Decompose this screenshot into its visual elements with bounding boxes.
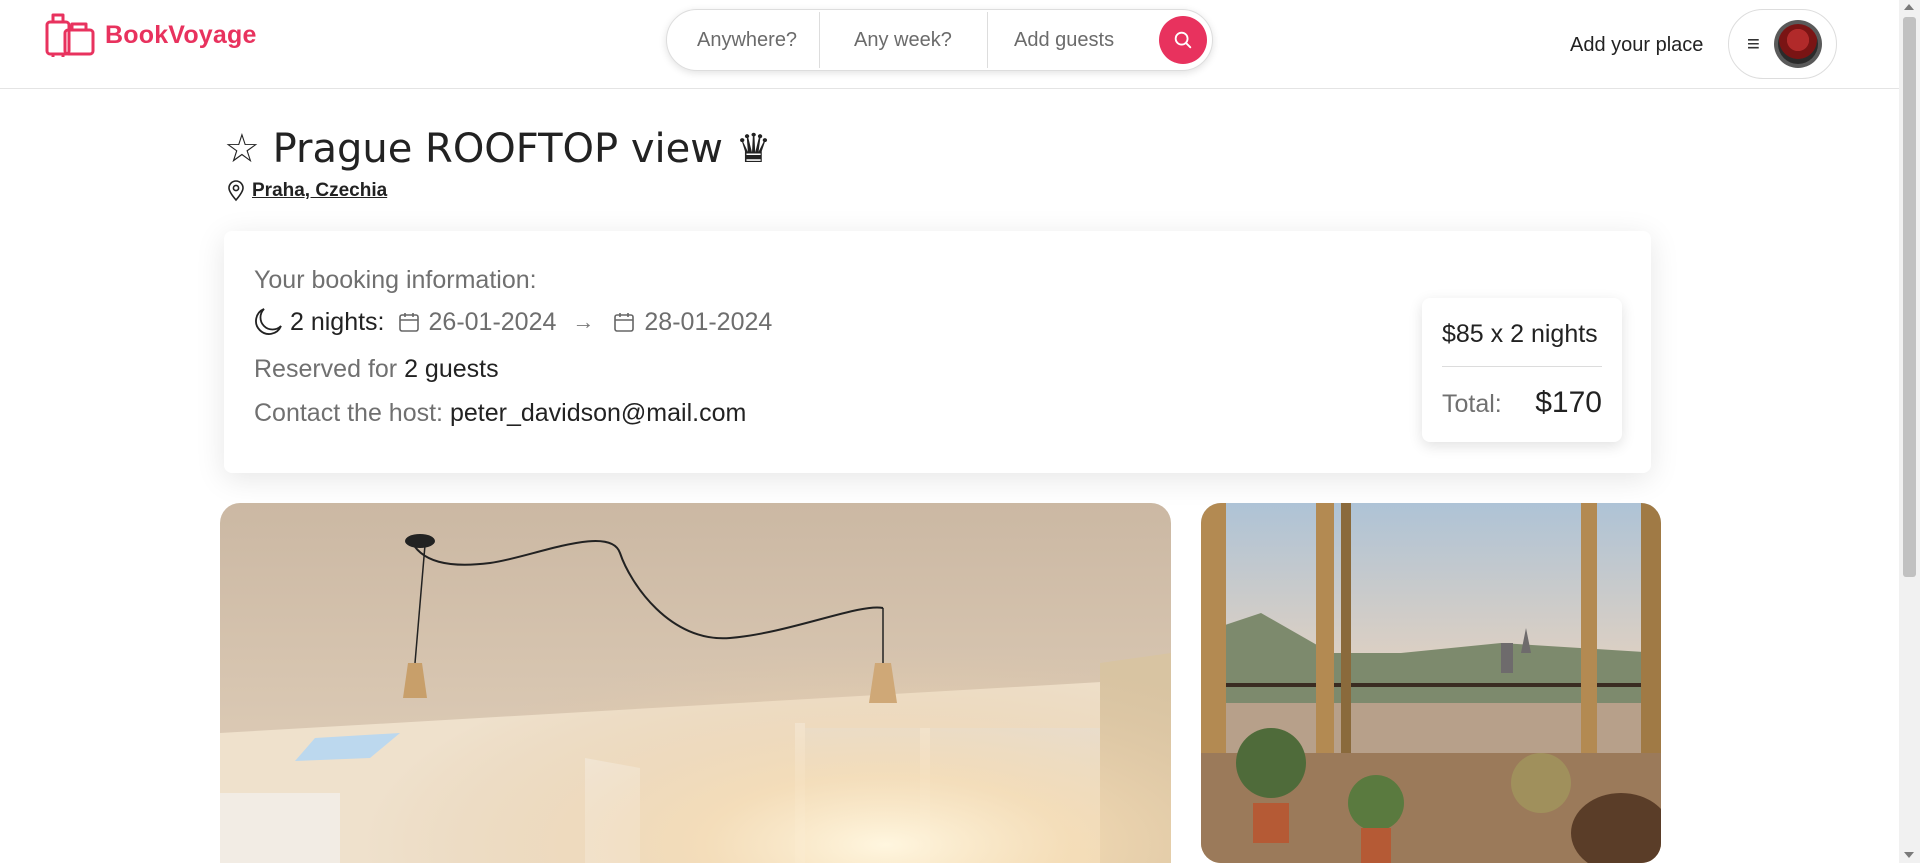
booking-info-card: Your booking information: 2 nights: 26-0… (224, 231, 1651, 473)
total-value: $170 (1535, 386, 1602, 419)
page-scrollbar[interactable] (1899, 0, 1920, 863)
balcony-view-photo (1201, 503, 1661, 863)
interior-photo (220, 503, 1171, 863)
reserved-label: Reserved for (254, 355, 398, 383)
top-header: BookVoyage Anywhere? Any week? Add guest… (0, 0, 1899, 89)
booking-dates: 2 nights: 26-01-2024 → 28-01-2024 (252, 306, 772, 338)
add-your-place-link[interactable]: Add your place (1570, 34, 1703, 57)
search-button[interactable] (1159, 16, 1207, 64)
listing-photo-side[interactable] (1201, 503, 1661, 863)
price-per-night-line: $85 x 2 nights (1442, 320, 1598, 348)
star-icon: ☆ (224, 126, 260, 172)
listing-location: Praha, Czechia (226, 180, 387, 202)
booking-heading: Your booking information: (254, 266, 537, 294)
moon-icon (255, 308, 282, 335)
price-divider (1442, 366, 1602, 367)
guest-count: 2 guests (404, 355, 499, 383)
listing-photo-main[interactable] (220, 503, 1171, 863)
listing-title: ☆ Prague ROOFTOP view ♛ (224, 126, 772, 172)
host-email: peter_davidson@mail.com (449, 399, 747, 427)
scroll-thumb[interactable] (1903, 17, 1916, 577)
user-menu-button[interactable]: ≡ (1728, 9, 1837, 79)
avatar-image (1777, 24, 1818, 64)
check-in-date: 26-01-2024 (428, 307, 557, 336)
price-summary: $85 x 2 nights Total: $170 (1422, 298, 1622, 442)
user-avatar (1773, 20, 1822, 68)
app-name: BookVoyage (105, 20, 257, 49)
scroll-down-arrow-icon[interactable] (1904, 852, 1914, 858)
contact-host: Contact the host: peter_davidson@mail.co… (254, 399, 746, 428)
calendar-icon (614, 313, 635, 332)
listing-title-text: Prague ROOFTOP view (272, 126, 723, 172)
location-link[interactable]: Praha, Czechia (252, 180, 387, 202)
reserved-for: Reserved for 2 guests (254, 355, 499, 384)
total-label: Total: (1442, 390, 1502, 418)
luggage-logo-icon (45, 13, 95, 57)
calendar-icon (398, 313, 419, 332)
arrow-right-icon: → (572, 309, 595, 334)
nights-count: 2 nights: (290, 307, 385, 336)
check-out-date: 28-01-2024 (644, 307, 773, 336)
hamburger-menu-icon: ≡ (1747, 31, 1760, 56)
logo-link[interactable]: BookVoyage (45, 12, 257, 58)
search-anywhere[interactable]: Anywhere? (667, 10, 819, 70)
search-guests[interactable]: Add guests (988, 10, 1163, 70)
search-bar[interactable]: Anywhere? Any week? Add guests (666, 9, 1213, 71)
crown-icon: ♛ (735, 126, 772, 172)
scroll-up-arrow-icon[interactable] (1904, 4, 1914, 10)
contact-label: Contact the host: (254, 399, 444, 427)
map-pin-icon (228, 180, 244, 202)
search-week[interactable]: Any week? (820, 10, 987, 70)
search-icon (1174, 31, 1192, 49)
